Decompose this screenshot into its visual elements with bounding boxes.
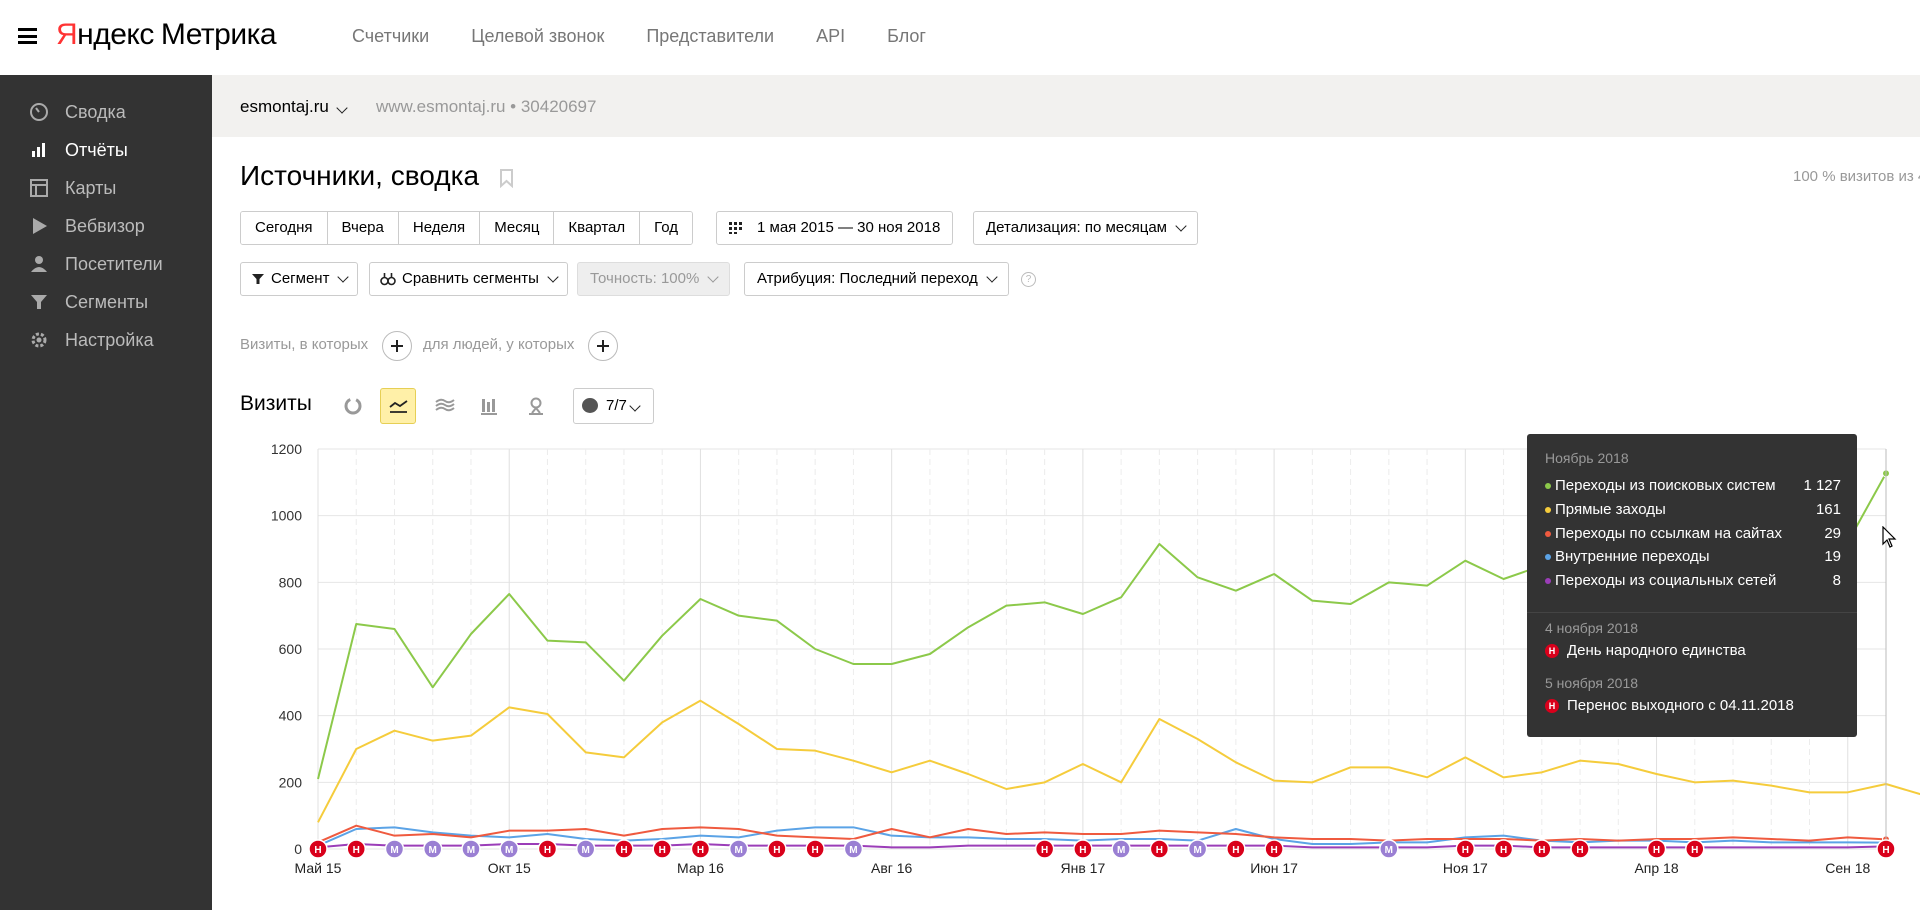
x-tick-label: Янв 17 bbox=[1061, 860, 1106, 876]
note-marker-label: Н bbox=[314, 845, 321, 856]
x-tick-label: Сен 18 bbox=[1825, 860, 1870, 876]
series-dot bbox=[1545, 507, 1551, 513]
note-marker-label: Н bbox=[659, 845, 666, 856]
note-marker-label: М bbox=[1385, 845, 1393, 856]
x-tick-label: Окт 15 bbox=[488, 860, 531, 876]
tooltip-row: Внутренние переходы 19 bbox=[1545, 547, 1841, 567]
note-marker-label: Н bbox=[1691, 845, 1698, 856]
note-marker-label: Н bbox=[812, 845, 819, 856]
note-marker-label: Н bbox=[1576, 845, 1583, 856]
note-marker-label: Н bbox=[1270, 845, 1277, 856]
holiday-badge: Н bbox=[1545, 698, 1559, 713]
tooltip-event-date: 5 ноября 2018 bbox=[1545, 675, 1639, 691]
note-marker-label: Н bbox=[773, 845, 780, 856]
note-marker-label: Н bbox=[1079, 845, 1086, 856]
series-dot bbox=[1545, 483, 1551, 489]
note-marker-label: Н bbox=[1882, 845, 1889, 856]
tooltip-row: Переходы по ссылкам на сайтах 29 bbox=[1545, 524, 1841, 544]
note-marker-label: Н bbox=[1653, 845, 1660, 856]
note-marker-label: М bbox=[390, 845, 398, 856]
tooltip-row: Прямые заходы 161 bbox=[1545, 500, 1841, 520]
tooltip-event: Н Перенос выходного с 04.11.2018 bbox=[1545, 697, 1794, 714]
note-marker-label: М bbox=[849, 845, 857, 856]
note-marker-label: Н bbox=[1156, 845, 1163, 856]
note-marker-label: М bbox=[429, 845, 437, 856]
tooltip-month: Ноябрь 2018 bbox=[1545, 450, 1629, 466]
y-tick-label: 200 bbox=[279, 774, 303, 790]
y-tick-label: 800 bbox=[279, 574, 303, 590]
note-marker-label: М bbox=[467, 845, 475, 856]
y-tick-label: 400 bbox=[279, 708, 303, 724]
y-tick-label: 1200 bbox=[271, 441, 302, 457]
series-dot bbox=[1545, 578, 1551, 584]
y-tick-label: 1000 bbox=[271, 508, 302, 524]
y-tick-label: 0 bbox=[294, 841, 302, 857]
x-tick-label: Май 15 bbox=[295, 860, 342, 876]
x-tick-label: Мар 16 bbox=[677, 860, 724, 876]
note-marker-label: Н bbox=[1500, 845, 1507, 856]
series-dot bbox=[1545, 531, 1551, 537]
tooltip-event-date: 4 ноября 2018 bbox=[1545, 620, 1639, 636]
note-marker-label: М bbox=[505, 845, 513, 856]
tooltip-event: Н День народного единства bbox=[1545, 642, 1746, 659]
mouse-cursor-icon bbox=[1882, 526, 1897, 548]
note-marker-label: М bbox=[1117, 845, 1125, 856]
y-tick-label: 600 bbox=[279, 641, 303, 657]
x-tick-label: Авг 16 bbox=[871, 860, 913, 876]
note-marker-label: Н bbox=[1462, 845, 1469, 856]
note-marker-label: Н bbox=[697, 845, 704, 856]
note-marker-label: Н bbox=[1041, 845, 1048, 856]
note-marker-label: Н bbox=[544, 845, 551, 856]
series-dot bbox=[1545, 554, 1551, 560]
tooltip-divider bbox=[1527, 612, 1857, 613]
note-marker-label: Н bbox=[1232, 845, 1239, 856]
holiday-badge: Н bbox=[1545, 643, 1559, 658]
note-marker-label: Н bbox=[1538, 845, 1545, 856]
note-marker-label: Н bbox=[353, 845, 360, 856]
tooltip-row: Переходы из социальных сетей 8 bbox=[1545, 571, 1841, 591]
x-tick-label: Апр 18 bbox=[1634, 860, 1678, 876]
x-tick-label: Июн 17 bbox=[1250, 860, 1298, 876]
tooltip-row: Переходы из поисковых систем 1 127 bbox=[1545, 476, 1841, 496]
note-marker-label: М bbox=[1193, 845, 1201, 856]
chart-tooltip: Ноябрь 2018 Переходы из поисковых систем… bbox=[1527, 434, 1857, 737]
note-marker-label: Н bbox=[620, 845, 627, 856]
note-marker-label: М bbox=[582, 845, 590, 856]
x-tick-label: Ноя 17 bbox=[1443, 860, 1488, 876]
note-marker-label: М bbox=[735, 845, 743, 856]
